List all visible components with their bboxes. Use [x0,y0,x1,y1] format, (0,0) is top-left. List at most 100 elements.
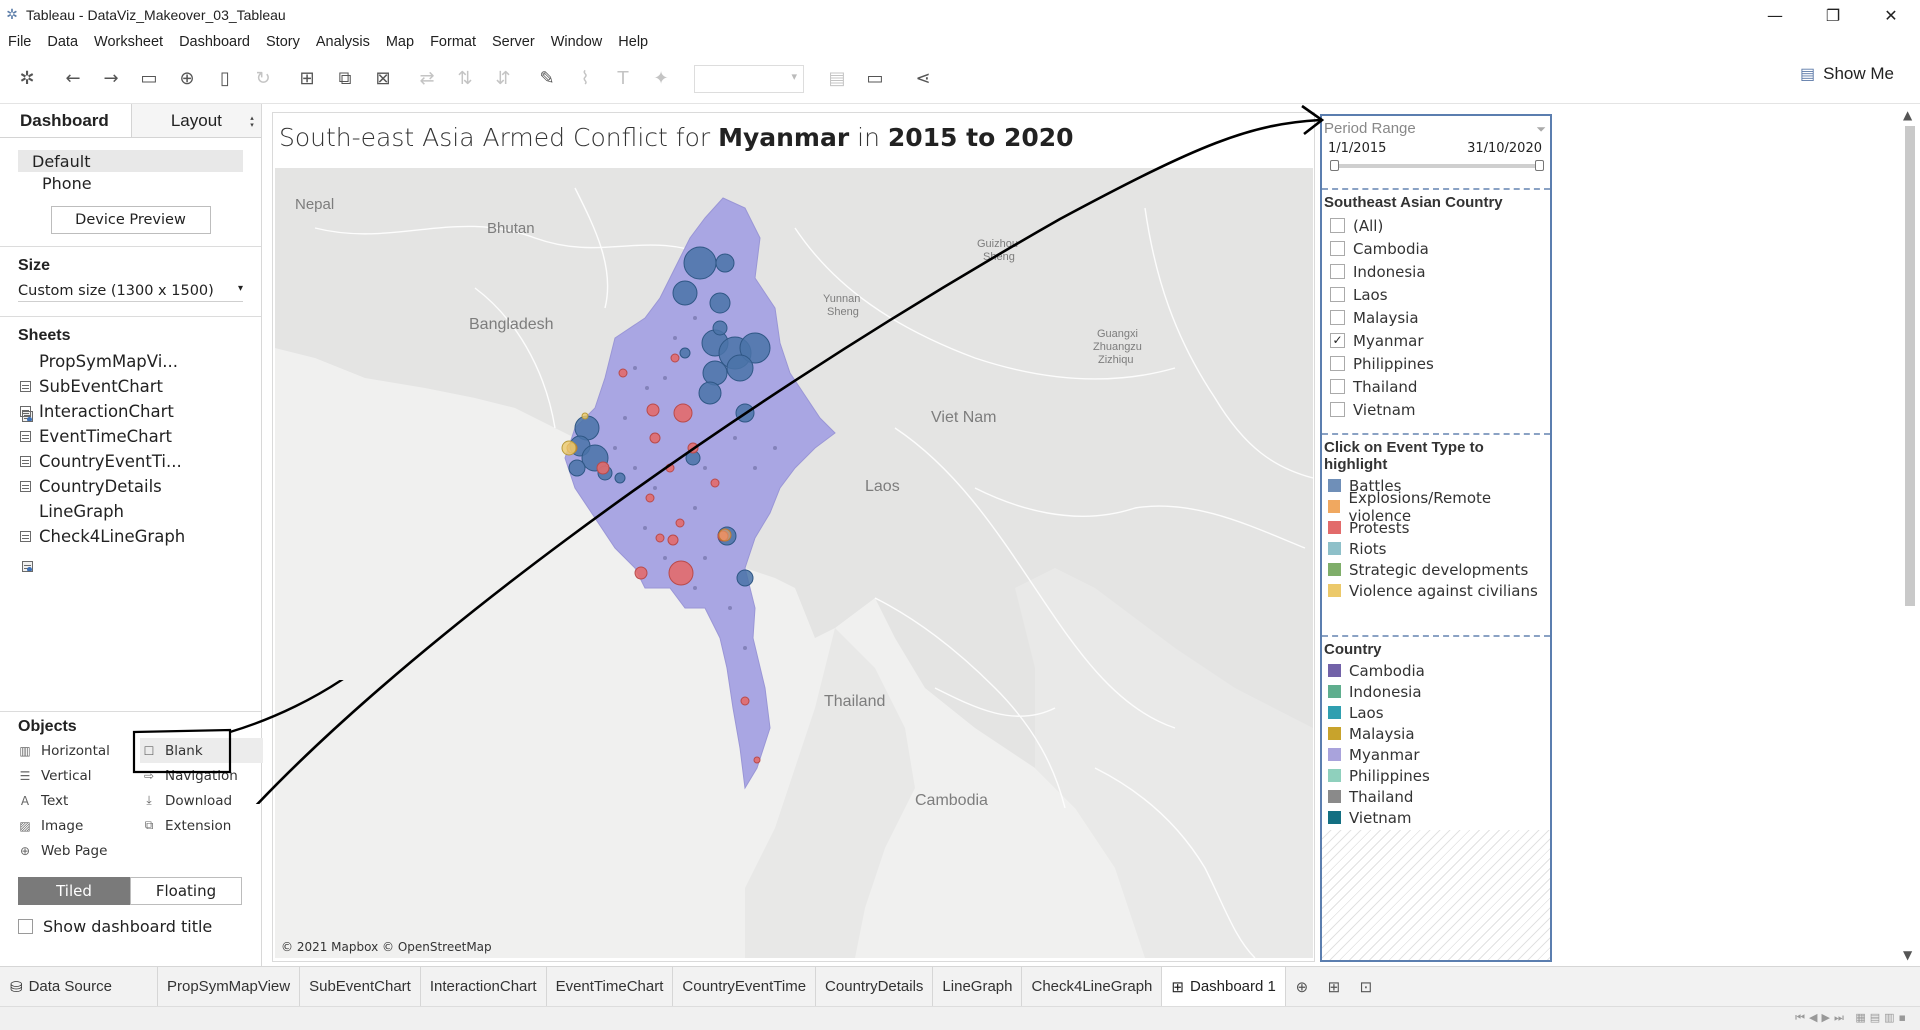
labels-icon[interactable]: T [604,62,642,96]
new-worksheet-icon[interactable]: ⊞ [288,62,326,96]
menu-help[interactable]: Help [610,34,656,50]
undo-icon[interactable]: ← [54,62,92,96]
checkbox[interactable] [1330,264,1345,279]
sort-ascending-icon[interactable]: ⇅ [446,62,484,96]
presentation-mode-icon[interactable]: ▭ [856,62,894,96]
show-cards-icon[interactable]: ▤ [818,62,856,96]
device-preview-button[interactable]: Device Preview [50,206,211,234]
device-phone[interactable]: Phone [18,172,243,194]
object-navigation[interactable]: ⇨ Navigation [142,763,266,788]
object-horizontal[interactable]: ▥ Horizontal [18,738,142,763]
tab-sheet[interactable]: SubEventChart [300,967,421,1006]
sheet-item[interactable]: LineGraph [20,499,261,572]
scroll-down-icon[interactable]: ▼ [1903,948,1912,962]
sort-descending-icon[interactable]: ⇵ [484,62,522,96]
new-story-tab-icon[interactable]: ⊡ [1350,967,1382,1006]
checkbox[interactable] [1330,218,1345,233]
object-blank[interactable]: ☐ Blank [140,738,266,763]
menu-worksheet[interactable]: Worksheet [86,34,171,50]
restore-button[interactable]: ❐ [1804,0,1862,30]
size-dropdown[interactable]: Custom size (1300 x 1500) ▾ [18,283,243,302]
range-start-handle[interactable] [1330,160,1339,171]
menu-story[interactable]: Story [258,34,308,50]
legend-item[interactable]: Thailand [1324,786,1550,807]
object-download[interactable]: ⤓ Download [142,788,266,813]
tab-dashboard-1[interactable]: ⊞ Dashboard 1 [1162,967,1286,1006]
legend-item[interactable]: Explosions/Remote violence [1324,489,1550,525]
checkbox[interactable]: ✓ [1330,333,1345,348]
checkbox[interactable] [1330,310,1345,325]
filter-legend-container[interactable]: Period Range ⏷ 1/1/2015 31/10/2020 South… [1320,114,1552,962]
country-option[interactable]: Malaysia [1324,306,1550,329]
floating-button[interactable]: Floating [130,877,242,905]
fit-dropdown[interactable] [694,64,804,93]
scroll-up-icon[interactable]: ▲ [1903,108,1912,122]
tab-sheet[interactable]: Check4LineGraph [1022,967,1163,1006]
tiled-button[interactable]: Tiled [18,877,130,905]
blank-object-area[interactable] [1322,830,1550,960]
object-extension[interactable]: ⧉ Extension [142,813,266,838]
sheet-item[interactable]: SubEventChart [20,374,261,399]
object-web-page[interactable]: ⊕ Web Page [18,838,142,863]
legend-item[interactable]: Cambodia [1324,660,1550,681]
legend-item[interactable]: Riots [1324,538,1550,559]
sheet-item[interactable]: EventTimeChart [20,424,261,449]
tab-sheet[interactable]: LineGraph [933,967,1023,1006]
new-dashboard-tab-icon[interactable]: ⊞ [1318,967,1350,1006]
checkbox[interactable] [1330,356,1345,371]
legend-item[interactable]: Indonesia [1324,681,1550,702]
show-me-button[interactable]: ▤ Show Me [1800,64,1894,84]
country-option[interactable]: (All) [1324,214,1550,237]
tab-sheet[interactable]: CountryEventTime [673,967,817,1006]
tab-sheet[interactable]: EventTimeChart [547,967,674,1006]
object-vertical[interactable]: ☰ Vertical [18,763,142,788]
new-worksheet-tab-icon[interactable]: ⊕ [1286,967,1318,1006]
tab-layout[interactable]: Layout [131,104,261,137]
country-option[interactable]: Vietnam [1324,398,1550,421]
range-slider[interactable] [1330,160,1544,171]
duplicate-icon[interactable]: ⧉ [326,62,364,96]
country-option[interactable]: Laos [1324,283,1550,306]
period-range-filter[interactable]: Period Range ⏷ 1/1/2015 31/10/2020 [1322,116,1550,190]
sheet-item[interactable]: Check4LineGraph [20,524,261,549]
legend-item[interactable]: Myanmar [1324,744,1550,765]
object-text[interactable]: A Text [18,788,142,813]
tab-data-source[interactable]: ⛁ Data Source [0,967,158,1006]
country-option[interactable]: Thailand [1324,375,1550,398]
legend-item[interactable]: Vietnam [1324,807,1550,828]
share-icon[interactable]: ⋖ [904,62,942,96]
sheet-navigation-icons[interactable]: ⏮◀▶⏭ ▦▤▥▪ [1795,1011,1910,1025]
legend-item[interactable]: Malaysia [1324,723,1550,744]
sheet-item[interactable]: CountryEventTi... [20,449,261,474]
group-icon[interactable]: ⌇ [566,62,604,96]
checkbox[interactable] [1330,402,1345,417]
range-end-handle[interactable] [1535,160,1544,171]
menu-map[interactable]: Map [378,34,422,50]
checkbox[interactable] [1330,287,1345,302]
close-button[interactable]: ✕ [1862,0,1920,30]
pause-updates-icon[interactable]: ▯ [206,62,244,96]
country-option[interactable]: ✓ Myanmar [1324,329,1550,352]
menu-window[interactable]: Window [543,34,611,50]
checkbox[interactable] [1330,241,1345,256]
device-default[interactable]: Default [18,150,243,172]
tab-sheet[interactable]: InteractionChart [421,967,547,1006]
filter-icon[interactable]: ⏷ [1536,122,1546,137]
menu-format[interactable]: Format [422,34,484,50]
vertical-scrollbar[interactable]: ▲ ▼ [1900,104,1920,966]
checkbox[interactable] [1330,379,1345,394]
pin-icon[interactable]: ✦ [642,62,680,96]
clear-sheet-icon[interactable]: ⊠ [364,62,402,96]
country-option[interactable]: Philippines [1324,352,1550,375]
tab-sheet[interactable]: CountryDetails [816,967,934,1006]
legend-item[interactable]: Strategic developments [1324,559,1550,580]
refresh-icon[interactable]: ↻ [244,62,282,96]
tableau-home-icon[interactable]: ✲ [8,62,46,96]
highlight-icon[interactable]: ✎ [528,62,566,96]
menu-dashboard[interactable]: Dashboard [171,34,258,50]
menu-data[interactable]: Data [39,34,86,50]
legend-item[interactable]: Laos [1324,702,1550,723]
object-image[interactable]: ▨ Image [18,813,142,838]
tab-sheet[interactable]: PropSymMapView [158,967,301,1006]
new-data-source-icon[interactable]: ⊕ [168,62,206,96]
